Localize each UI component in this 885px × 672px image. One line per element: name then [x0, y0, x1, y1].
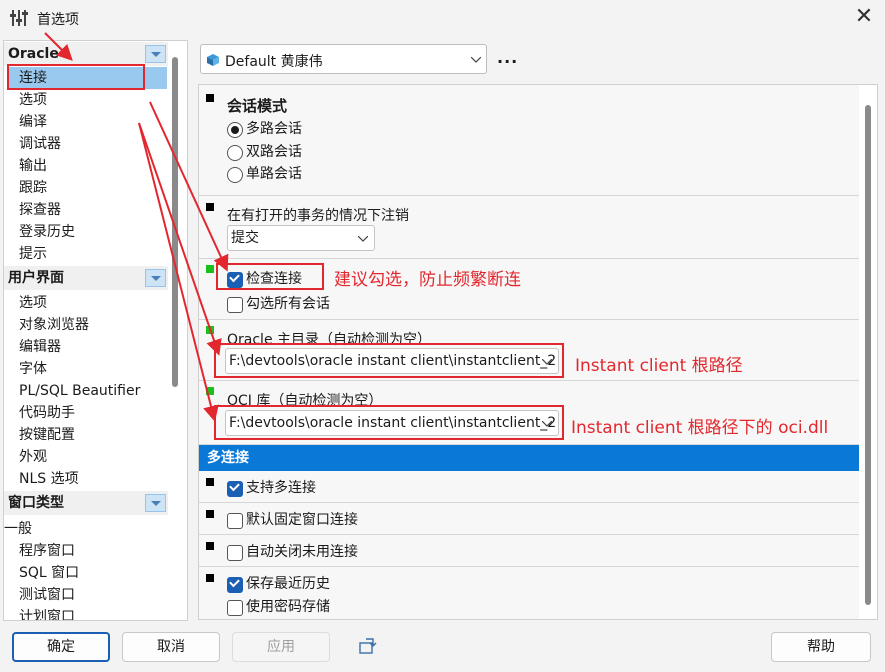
annotation-box-check-connection	[216, 263, 324, 290]
annotation-box-oracle-home	[214, 343, 564, 378]
logoff-section: 在有打开的事务的情况下注销 提交	[199, 196, 859, 259]
ok-button[interactable]: 确定	[12, 632, 110, 662]
tree-item-test-window[interactable]: 测试窗口	[19, 584, 75, 606]
radio-dual-session[interactable]: 双路会话	[227, 141, 302, 163]
logoff-select[interactable]: 提交	[227, 225, 375, 251]
section-marker	[206, 542, 214, 550]
section-marker	[206, 94, 214, 102]
tree-item-compiler[interactable]: 编译	[19, 111, 47, 133]
section-marker	[206, 574, 214, 582]
tree-item-object-browser[interactable]: 对象浏览器	[19, 314, 89, 336]
logoff-title: 在有打开的事务的情况下注销	[227, 208, 409, 224]
annotation-check-note: 建议勾选，防止频繁断连	[334, 270, 521, 290]
chevron-down-icon[interactable]	[145, 45, 166, 63]
tree-item-key-config[interactable]: 按键配置	[19, 424, 75, 446]
window-title: 首选项	[37, 12, 79, 28]
session-mode-title: 会话模式	[227, 97, 288, 115]
tree-item-program-window[interactable]: 程序窗口	[19, 540, 75, 562]
tree-item-profiler[interactable]: 探查器	[19, 199, 61, 221]
check-all-sessions-checkbox[interactable]: 勾选所有会话	[227, 293, 330, 315]
chevron-down-icon[interactable]	[145, 494, 166, 512]
tree-item-appearance[interactable]: 外观	[19, 446, 47, 468]
tree-category-user-interface[interactable]: 用户界面	[4, 266, 168, 290]
chevron-down-icon	[358, 236, 368, 242]
tree-item-hints[interactable]: 提示	[19, 243, 47, 265]
tree-item-beautifier[interactable]: PL/SQL Beautifier	[19, 380, 140, 402]
tree-item-ui-options[interactable]: 选项	[19, 292, 47, 314]
support-multi-section: 支持多连接	[199, 471, 859, 503]
apply-button[interactable]: 应用	[232, 632, 330, 662]
multi-connection-header: 多连接	[199, 445, 859, 471]
category-label: 用户界面	[8, 270, 64, 286]
tree-scrollbar[interactable]	[172, 57, 178, 387]
radio-single-session[interactable]: 单路会话	[227, 163, 302, 185]
tree-category-window-types[interactable]: 窗口类型	[4, 491, 168, 515]
tree-item-sql-window[interactable]: SQL 窗口	[19, 562, 79, 584]
tree-item-debugger[interactable]: 调试器	[19, 133, 61, 155]
tree-item-options[interactable]: 选项	[19, 89, 47, 111]
cube-icon	[207, 54, 219, 66]
annotation-box-oci-library	[214, 405, 564, 440]
tree-item-output[interactable]: 输出	[19, 155, 47, 177]
annotation-oci-note: Instant client 根路径下的 oci.dll	[571, 418, 829, 438]
history-section: 保存最近历史 使用密码存储	[199, 567, 859, 619]
session-mode-section: 会话模式 多路会话 双路会话 单路会话	[199, 85, 859, 196]
preferences-icon	[10, 10, 28, 26]
more-button[interactable]: ...	[497, 48, 518, 67]
annotation-home-note: Instant client 根路径	[575, 356, 743, 376]
close-icon[interactable]: ✕	[852, 6, 876, 30]
tree-item-nls-options[interactable]: NLS 选项	[19, 468, 79, 490]
tree-item-code-assistant[interactable]: 代码助手	[19, 402, 75, 424]
import-settings-icon[interactable]	[358, 637, 378, 655]
section-marker	[206, 478, 214, 486]
profile-value: Default 黄康伟	[225, 54, 323, 70]
tree-item-fonts[interactable]: 字体	[19, 358, 47, 380]
tree-item-general[interactable]: 一般	[4, 518, 32, 540]
category-label: 窗口类型	[8, 495, 64, 511]
settings-scrollbar[interactable]	[865, 105, 871, 605]
section-marker	[206, 203, 214, 211]
auto-close-checkbox[interactable]: 自动关闭未用连接	[227, 541, 358, 563]
section-marker	[206, 510, 214, 518]
tree-item-logon-history[interactable]: 登录历史	[19, 221, 75, 243]
tree-item-editor[interactable]: 编辑器	[19, 336, 61, 358]
radio-multi-session[interactable]: 多路会话	[227, 118, 302, 140]
category-label: Oracle	[8, 46, 59, 62]
title-bar: 首选项 ✕	[0, 0, 885, 36]
profile-select[interactable]: Default 黄康伟	[200, 44, 487, 74]
logoff-value: 提交	[231, 230, 259, 246]
tree-item-plan-window[interactable]: 计划窗口	[19, 606, 75, 620]
section-marker	[206, 326, 214, 334]
save-history-checkbox[interactable]: 保存最近历史	[227, 573, 330, 595]
section-marker	[206, 265, 214, 273]
default-fixed-section: 默认固定窗口连接	[199, 503, 859, 535]
help-button[interactable]: 帮助	[771, 632, 871, 662]
section-marker	[206, 387, 214, 395]
tree-item-trace[interactable]: 跟踪	[19, 177, 47, 199]
cancel-button[interactable]: 取消	[122, 632, 220, 662]
category-tree: Oracle 连接 选项 编译 调试器 输出 跟踪 探查器 登录历史 提示 用户…	[3, 40, 188, 621]
password-store-checkbox[interactable]: 使用密码存储	[227, 596, 330, 618]
chevron-down-icon	[471, 57, 481, 63]
support-multi-checkbox[interactable]: 支持多连接	[227, 477, 316, 499]
auto-close-section: 自动关闭未用连接	[199, 535, 859, 567]
default-fixed-checkbox[interactable]: 默认固定窗口连接	[227, 509, 358, 531]
tree-category-oracle[interactable]: Oracle	[4, 42, 168, 66]
annotation-box-connection	[7, 64, 145, 90]
chevron-down-icon[interactable]	[145, 269, 166, 287]
